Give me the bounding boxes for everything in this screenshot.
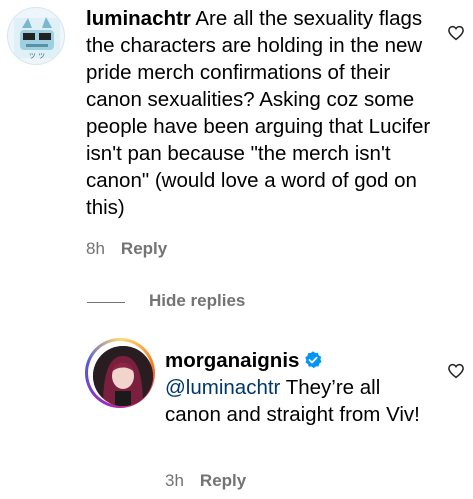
comment-text: Are all the sexuality flags the characte… [86,7,431,219]
commenter-avatar[interactable]: ツ ツ [7,7,65,65]
comment-body: luminachtr Are all the sexuality flags t… [86,5,441,221]
reply-time: 3h [165,471,184,490]
hide-replies-button[interactable]: Hide replies [149,291,245,311]
reply-like-heart-icon[interactable] [447,362,465,380]
thread-divider [87,302,125,303]
comment-username[interactable]: luminachtr [86,7,191,30]
verified-badge-icon [305,351,322,369]
reply-username[interactable]: morganaignis [165,349,299,372]
commenter-avatar-art: ツ ツ [14,17,60,60]
comment-meta: 8h Reply [86,239,167,259]
comment-reply-button[interactable]: Reply [121,239,167,258]
reply-mention-link[interactable]: @luminachtr [165,376,280,399]
svg-text:ツ ツ: ツ ツ [29,52,45,60]
comment-time: 8h [86,239,105,258]
reply-avatar-art [93,346,153,406]
story-ring[interactable] [85,338,155,408]
like-heart-icon[interactable] [447,24,465,42]
reply-reply-button[interactable]: Reply [200,471,246,490]
reply-body: morganaignis @luminachtr They’re all can… [165,347,435,428]
reply-meta: 3h Reply [165,471,246,491]
reply-avatar [93,346,153,406]
